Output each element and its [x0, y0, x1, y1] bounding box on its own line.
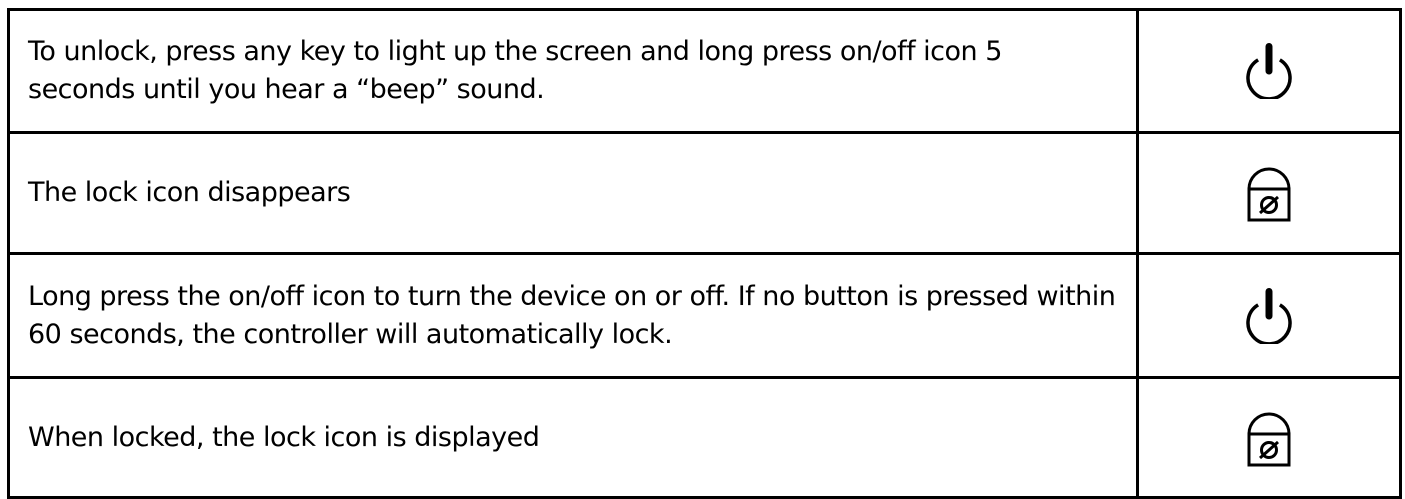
row-4-description: When locked, the lock icon is displayed — [7, 376, 1139, 499]
lock-icon — [1247, 412, 1291, 466]
row-1-description: To unlock, press any key to light up the… — [7, 8, 1139, 134]
row-3-icon-cell — [1136, 252, 1402, 379]
table-row: The lock icon disappears — [7, 131, 1402, 255]
row-3-description: Long press the on/off icon to turn the d… — [7, 252, 1139, 379]
row-2-description: The lock icon disappears — [7, 131, 1139, 255]
power-icon — [1246, 287, 1292, 344]
lock-icon — [1247, 167, 1291, 222]
table-row: Long press the on/off icon to turn the d… — [7, 252, 1402, 379]
row-1-icon-cell — [1136, 8, 1402, 134]
table-row: To unlock, press any key to light up the… — [7, 8, 1402, 134]
instruction-table: To unlock, press any key to light up the… — [7, 8, 1402, 499]
row-2-icon-cell — [1136, 131, 1402, 255]
row-4-icon-cell — [1136, 376, 1402, 499]
power-icon — [1246, 43, 1292, 99]
table-row: When locked, the lock icon is displayed — [7, 376, 1402, 499]
